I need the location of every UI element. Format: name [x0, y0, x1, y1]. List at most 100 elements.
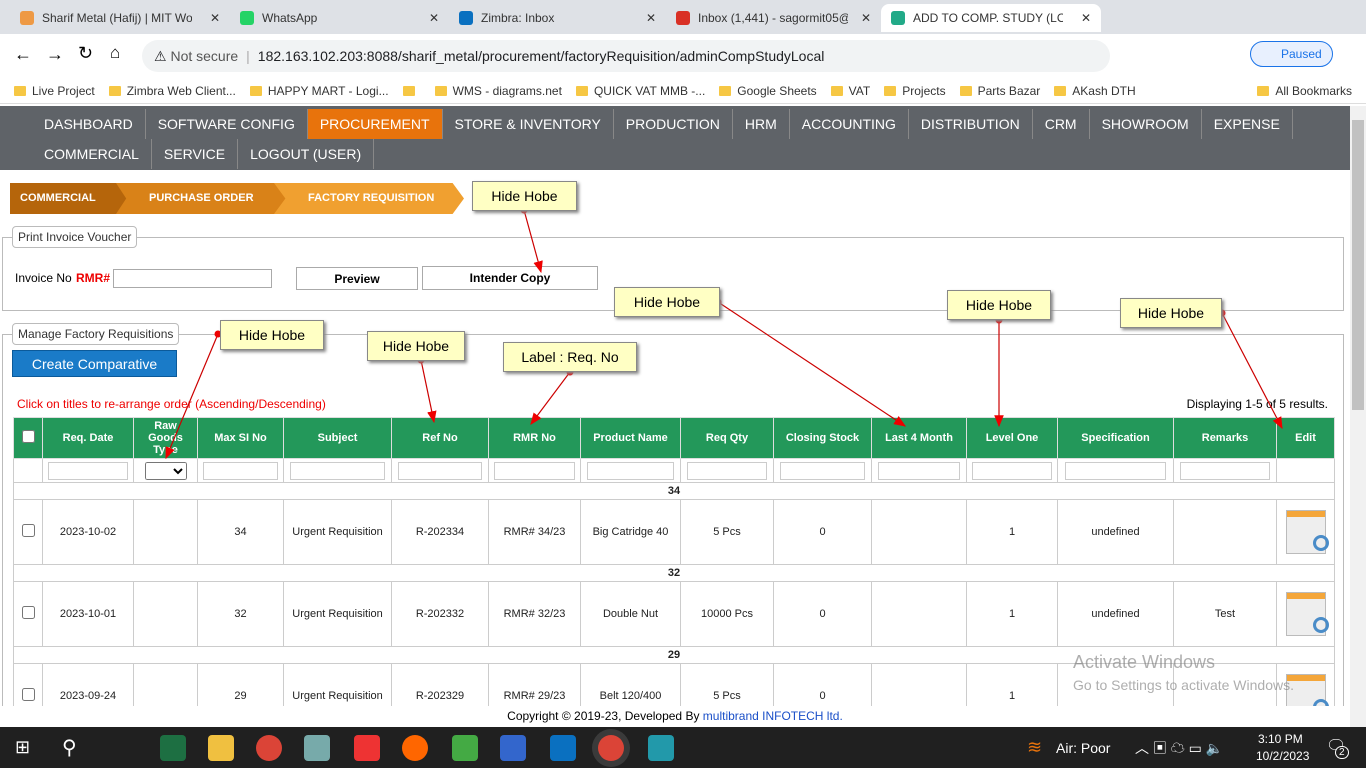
bookmark-item[interactable]: AKash DTH [1054, 84, 1136, 98]
nav-item-hrm[interactable]: HRM [733, 109, 790, 139]
browser-tab[interactable]: Sharif Metal (Hafij) | MIT Wo ✕ [10, 4, 230, 32]
nav-item-store-inventory[interactable]: STORE & INVENTORY [443, 109, 614, 139]
nav-item-production[interactable]: PRODUCTION [614, 109, 733, 139]
developer-link[interactable]: multibrand INFOTECH ltd. [703, 709, 843, 723]
column-filter-input[interactable] [494, 461, 575, 480]
column-filter-input[interactable] [397, 461, 483, 480]
column-filter-input[interactable] [972, 461, 1052, 480]
column-header[interactable]: Ref No [391, 417, 489, 459]
file-explorer-icon[interactable] [208, 735, 234, 761]
excel-icon[interactable] [160, 735, 186, 761]
column-header[interactable]: Subject [283, 417, 392, 459]
nav-item-service[interactable]: SERVICE [152, 139, 239, 169]
nav-item-procurement[interactable]: PROCUREMENT [307, 109, 443, 139]
column-filter-input[interactable] [779, 461, 866, 480]
intender-copy-button[interactable]: Intender Copy [422, 266, 598, 290]
column-header[interactable]: Level One [966, 417, 1058, 459]
air-quality[interactable]: Air: Poor [1056, 740, 1110, 756]
row-checkbox[interactable] [21, 606, 35, 619]
all-bookmarks[interactable]: All Bookmarks [1257, 84, 1352, 98]
bookmark-item[interactable]: Projects [884, 84, 946, 98]
column-header[interactable]: Product Name [580, 417, 681, 459]
invoice-no-input[interactable] [113, 269, 272, 288]
scrollbar[interactable] [1350, 106, 1366, 727]
firefox-icon[interactable] [402, 735, 428, 761]
forward-icon[interactable]: → [46, 44, 64, 65]
create-comparative-study-button[interactable]: Create Comparative Study [12, 350, 177, 399]
bookmark-item[interactable]: Parts Bazar [959, 84, 1040, 98]
nav-item-crm[interactable]: CRM [1033, 109, 1090, 139]
reload-icon[interactable]: ↻ [78, 43, 93, 64]
app-icon[interactable] [452, 735, 478, 761]
nav-item-logout-user-[interactable]: LOGOUT (USER) [238, 139, 375, 169]
breadcrumb-purchase-order[interactable]: PURCHASE ORDER [116, 183, 286, 214]
select-all-checkbox[interactable] [21, 430, 35, 443]
column-header[interactable]: Remarks [1173, 417, 1277, 459]
edit-document-icon[interactable] [1285, 510, 1329, 554]
close-tab-icon[interactable]: ✕ [429, 11, 439, 25]
preview-button[interactable]: Preview [296, 267, 418, 290]
browser-tab[interactable]: WhatsApp ✕ [230, 4, 449, 32]
breadcrumb-factory-requisition[interactable]: FACTORY REQUISITION [274, 183, 464, 214]
column-filter-input[interactable] [203, 461, 278, 480]
windows-start-icon[interactable]: ⊞ [15, 737, 30, 758]
nav-item-distribution[interactable]: DISTRIBUTION [909, 109, 1033, 139]
bookmark-item[interactable]: VAT [830, 84, 870, 98]
column-filter-input[interactable] [586, 461, 675, 480]
close-tab-icon[interactable]: ✕ [1081, 11, 1091, 25]
close-tab-icon[interactable]: ✕ [646, 11, 656, 25]
column-filter-input[interactable] [877, 461, 961, 480]
tray-icons[interactable]: ︿ ▣ ☁ ▭ 🔈 [1135, 738, 1223, 758]
column-filter-input[interactable] [1180, 461, 1270, 480]
column-filter-input[interactable] [290, 461, 385, 480]
nav-item-expense[interactable]: EXPENSE [1202, 109, 1293, 139]
column-header[interactable]: RMR No [488, 417, 581, 459]
column-header[interactable]: Req. Date [42, 417, 134, 459]
bookmark-item[interactable]: Google Sheets [719, 84, 817, 98]
clock-date[interactable]: 10/2/2023 [1256, 749, 1309, 763]
bookmark-item[interactable]: HAPPY MART - Logi... [249, 84, 389, 98]
profile-button[interactable]: Paused [1250, 41, 1333, 67]
nav-item-accounting[interactable]: ACCOUNTING [790, 109, 909, 139]
chrome-icon[interactable] [256, 735, 282, 761]
column-header[interactable]: Req Qty [680, 417, 774, 459]
column-filter-input[interactable] [686, 461, 768, 480]
bookmark-item[interactable]: Zimbra Web Client... [108, 84, 236, 98]
home-icon[interactable]: ⌂ [110, 43, 120, 63]
column-header[interactable]: Max SI No [197, 417, 284, 459]
address-bar[interactable]: ⚠ Not secure | 182.163.102.203:8088/shar… [142, 40, 1110, 72]
column-header[interactable]: Last 4 Month [871, 417, 967, 459]
zimbra-icon[interactable] [550, 735, 576, 761]
nav-item-commercial[interactable]: COMMERCIAL [32, 139, 152, 169]
app-icon[interactable] [304, 735, 330, 761]
raw-goods-filter-select[interactable] [144, 461, 187, 480]
column-header[interactable]: Edit [1276, 417, 1335, 459]
anydesk-icon[interactable] [354, 735, 380, 761]
column-filter-input[interactable] [48, 461, 128, 480]
nav-item-dashboard[interactable]: DASHBOARD [32, 109, 146, 139]
bookmark-item[interactable]: Live Project [14, 84, 95, 98]
row-checkbox[interactable] [21, 524, 35, 537]
bookmark-item[interactable]: QUICK VAT MMB -... [575, 84, 705, 98]
browser-tab[interactable]: ADD TO COMP. STUDY (LOC ✕ [881, 4, 1101, 32]
browser-tab[interactable]: Inbox (1,441) - sagormit05@ ✕ [666, 4, 881, 32]
close-tab-icon[interactable]: ✕ [210, 11, 220, 25]
column-header[interactable]: Raw Goods Type [133, 417, 198, 459]
url-text[interactable]: 182.163.102.203:8088/sharif_metal/procur… [258, 48, 825, 64]
brave-icon[interactable] [500, 735, 526, 761]
clock-time[interactable]: 3:10 PM [1258, 732, 1303, 746]
chrome-active-icon[interactable] [598, 735, 624, 761]
column-filter-input[interactable] [1064, 461, 1167, 480]
row-checkbox[interactable] [21, 688, 35, 701]
column-header[interactable]: Specification [1057, 417, 1174, 459]
breadcrumb-commercial[interactable]: COMMERCIAL [10, 183, 130, 214]
search-icon[interactable]: ⚲ [62, 735, 77, 760]
close-tab-icon[interactable]: ✕ [861, 11, 871, 25]
bookmark-item[interactable] [402, 85, 421, 96]
nav-item-showroom[interactable]: SHOWROOM [1090, 109, 1202, 139]
bookmark-item[interactable]: WMS - diagrams.net [434, 84, 562, 98]
back-icon[interactable]: ← [14, 44, 32, 65]
edit-document-icon[interactable] [1285, 592, 1329, 636]
nav-item-software-config[interactable]: SOFTWARE CONFIG [146, 109, 308, 139]
browser-tab[interactable]: Zimbra: Inbox ✕ [449, 4, 666, 32]
